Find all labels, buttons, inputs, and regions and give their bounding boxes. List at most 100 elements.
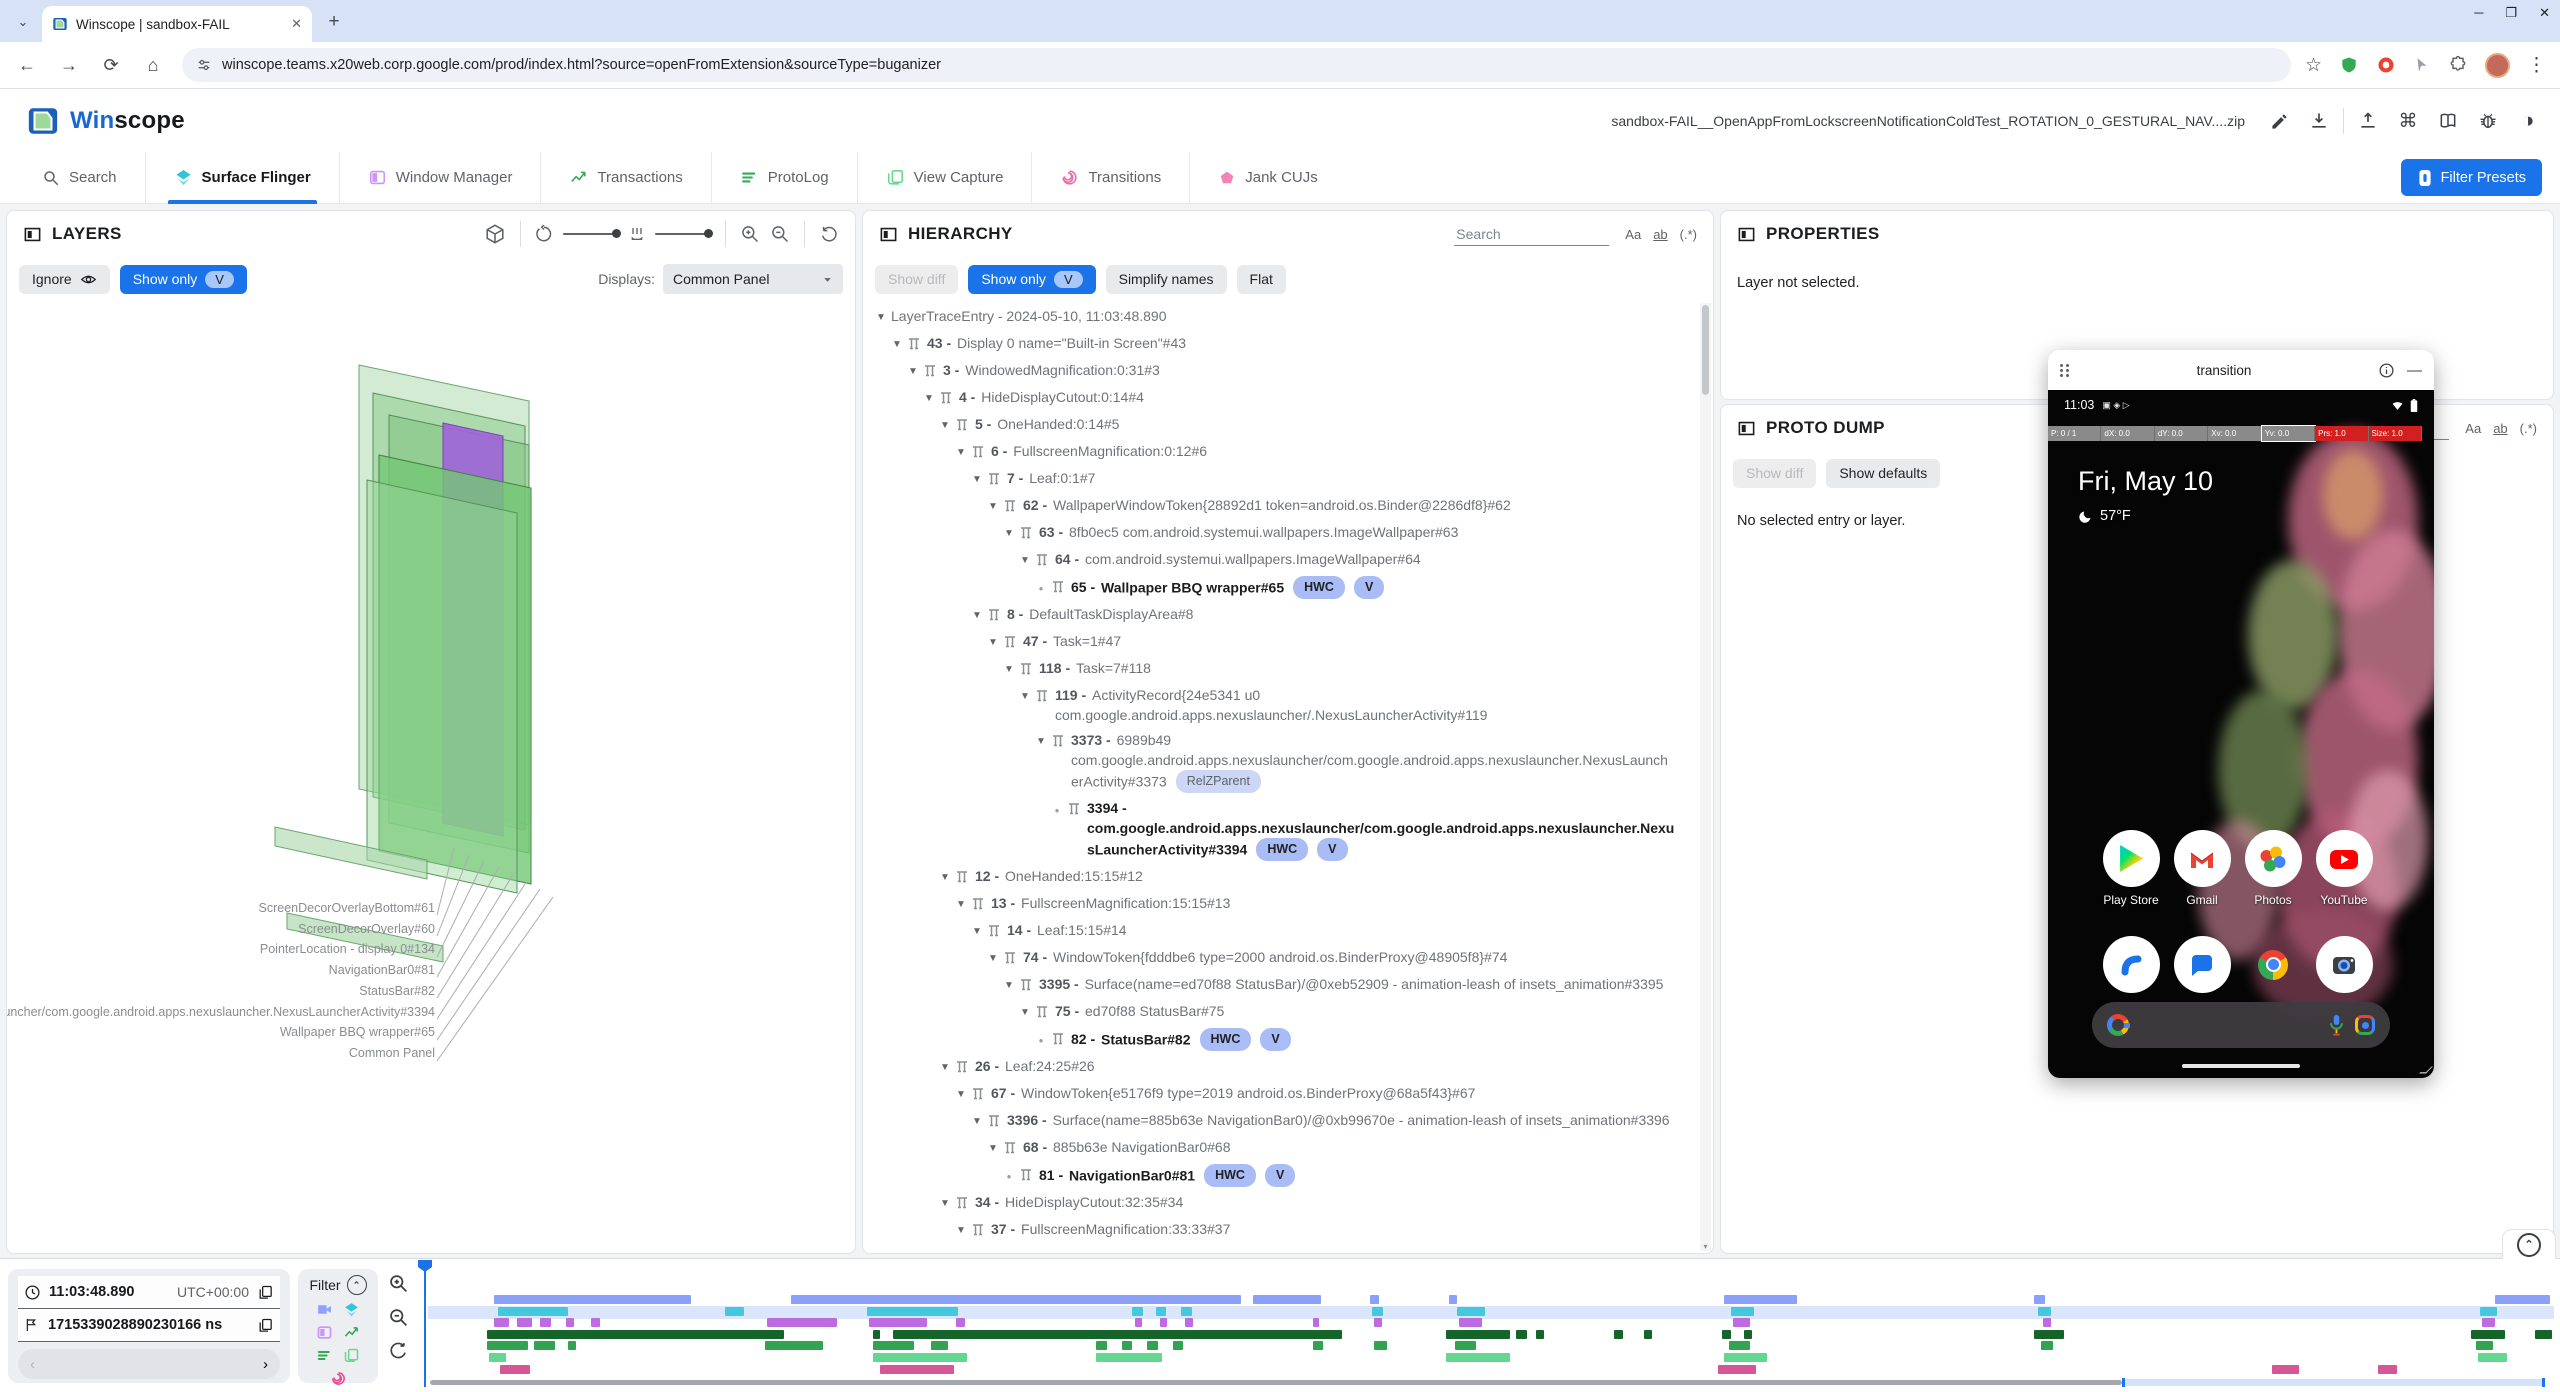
rotation-slider[interactable] xyxy=(563,233,619,235)
panel-split-icon[interactable] xyxy=(1737,419,1756,438)
spacing-icon[interactable] xyxy=(629,226,645,242)
home-button[interactable]: ⌂ xyxy=(138,50,168,80)
tree-expand-toggle[interactable]: ▼ xyxy=(937,1058,953,1078)
tree-expand-toggle[interactable]: ▼ xyxy=(953,443,969,463)
tree-row[interactable]: ▼ 8 - DefaultTaskDisplayArea#8 xyxy=(867,601,1697,628)
tree-row[interactable]: ● 65 - Wallpaper BBQ wrapper#65HWCV xyxy=(867,573,1697,601)
tree-expand-toggle[interactable]: ▼ xyxy=(969,470,985,490)
site-settings-icon[interactable] xyxy=(196,57,212,73)
tab-search[interactable]: Search xyxy=(14,152,145,203)
tree-row[interactable]: ▼ 3373 - 6989b49 com.google.android.apps… xyxy=(867,727,1697,795)
tree-expand-toggle[interactable]: ▼ xyxy=(937,1194,953,1214)
protolog-filter-icon[interactable] xyxy=(316,1347,333,1364)
displays-select[interactable]: Common Panel xyxy=(663,264,843,294)
tree-expand-toggle[interactable]: ▼ xyxy=(985,949,1001,969)
layer-label[interactable]: PointerLocation - display 0#134 xyxy=(260,942,435,956)
collapse-timeline-button[interactable]: ⌃ xyxy=(2502,1229,2556,1259)
match-word-toggle[interactable]: ab xyxy=(2493,421,2507,436)
app-photos[interactable]: Photos xyxy=(2238,830,2308,907)
app-gmail[interactable]: Gmail xyxy=(2167,830,2237,907)
window-maximize-button[interactable]: ❐ xyxy=(2505,5,2517,21)
timeline-timezone[interactable]: UTC+00:00 xyxy=(177,1284,249,1300)
dock-camera[interactable] xyxy=(2309,936,2379,993)
bookmark-star-icon[interactable]: ☆ xyxy=(2305,54,2322,77)
app-play-store[interactable]: Play Store xyxy=(2096,830,2166,907)
tree-expand-toggle[interactable]: ▼ xyxy=(953,1221,969,1241)
timeline-range-selector[interactable] xyxy=(430,1379,2552,1386)
tree-expand-toggle[interactable]: ▼ xyxy=(1017,551,1033,571)
tree-expand-toggle[interactable]: ▼ xyxy=(953,1085,969,1105)
tree-row[interactable]: ● 81 - NavigationBar0#81HWCV xyxy=(867,1161,1697,1189)
extensions-puzzle-icon[interactable] xyxy=(2448,55,2468,75)
tab-view-capture[interactable]: View Capture xyxy=(857,152,1032,203)
tree-expand-toggle[interactable]: ▼ xyxy=(1001,976,1017,996)
dock-chrome[interactable] xyxy=(2238,936,2308,993)
rotation-icon[interactable] xyxy=(535,225,553,243)
tab-jank-cujs[interactable]: Jank CUJs xyxy=(1189,152,1346,203)
tree-expand-toggle[interactable]: ▼ xyxy=(969,922,985,942)
voice-search-icon[interactable] xyxy=(2328,1014,2345,1036)
tree-row[interactable]: ▼ 12 - OneHanded:15:15#12 xyxy=(867,863,1697,890)
tree-expand-toggle[interactable]: ▼ xyxy=(937,416,953,436)
tree-expand-toggle[interactable]: ▼ xyxy=(969,1248,985,1252)
forward-button[interactable]: → xyxy=(54,50,84,80)
tree-expand-toggle[interactable]: ● xyxy=(1033,579,1049,599)
tree-expand-toggle[interactable]: ▼ xyxy=(969,606,985,626)
simplify-names-chip[interactable]: Simplify names xyxy=(1106,265,1227,294)
range-selection[interactable] xyxy=(2122,1379,2544,1386)
layer-label[interactable]: NavigationBar0#81 xyxy=(329,963,435,977)
tree-expand-toggle[interactable]: ● xyxy=(1049,801,1065,821)
tree-expand-toggle[interactable]: ▼ xyxy=(873,308,889,328)
regex-toggle[interactable]: (.*) xyxy=(2520,421,2537,436)
download-trace-button[interactable] xyxy=(2299,103,2339,139)
google-lens-icon[interactable] xyxy=(2355,1015,2375,1035)
show-only-visible-chip[interactable]: Show only V xyxy=(968,265,1095,294)
reset-view-icon[interactable] xyxy=(819,224,839,244)
extension-cursor-icon[interactable] xyxy=(2413,56,2431,74)
dock-phone[interactable] xyxy=(2096,936,2166,993)
minimize-window-icon[interactable]: — xyxy=(2407,362,2422,379)
dark-mode-toggle[interactable]: ◑ xyxy=(2508,103,2548,139)
tree-row[interactable]: ▼ LayerTraceEntry - 2024-05-10, 11:03:48… xyxy=(867,303,1697,330)
range-scrollbar[interactable] xyxy=(430,1380,2122,1385)
tree-row[interactable]: ▼ 4 - HideDisplayCutout:0:14#4 xyxy=(867,384,1697,411)
timeline-row-surface-flinger[interactable] xyxy=(430,1307,2552,1316)
tree-row[interactable]: ▼ 26 - Leaf:24:25#26 xyxy=(867,1053,1697,1080)
copy-icon[interactable] xyxy=(257,1284,274,1301)
show-only-visible-chip[interactable]: Show only V xyxy=(120,265,247,294)
filter-presets-button[interactable]: Filter Presets xyxy=(2401,159,2542,196)
window-manager-filter-icon[interactable] xyxy=(316,1324,333,1341)
zoom-in-icon[interactable] xyxy=(740,224,760,244)
hierarchy-scrollbar[interactable]: ▾ xyxy=(1700,303,1711,1251)
timeline-cursor-marker[interactable] xyxy=(417,1259,433,1273)
tree-row[interactable]: ▼ 38 - Leaf:33:33#38 xyxy=(867,1243,1697,1251)
tree-row[interactable]: ▼ 43 - Display 0 name="Built-in Screen"#… xyxy=(867,330,1697,357)
reload-button[interactable]: ⟳ xyxy=(96,50,126,80)
tree-expand-toggle[interactable]: ▼ xyxy=(1033,732,1049,752)
zoom-out-icon[interactable] xyxy=(770,224,790,244)
tab-search-button[interactable]: ⌄ xyxy=(8,7,38,37)
timeline-zoom-in-button[interactable] xyxy=(388,1273,409,1294)
match-word-toggle[interactable]: ab xyxy=(1653,227,1667,242)
transitions-filter-icon[interactable] xyxy=(330,1370,347,1387)
tree-expand-toggle[interactable]: ▼ xyxy=(985,633,1001,653)
prev-entry-button[interactable]: ‹ xyxy=(30,1356,35,1373)
app-youtube[interactable]: YouTube xyxy=(2309,830,2379,907)
tree-expand-toggle[interactable]: ▼ xyxy=(985,497,1001,517)
tree-row[interactable]: ▼ 75 - ed70f88 StatusBar#75 xyxy=(867,998,1697,1025)
new-tab-button[interactable]: + xyxy=(320,8,348,36)
timeline-zoom-reset-button[interactable] xyxy=(388,1341,408,1361)
tree-row[interactable]: ● 3394 - com.google.android.apps.nexusla… xyxy=(867,795,1697,863)
tree-expand-toggle[interactable]: ▼ xyxy=(889,335,905,355)
tree-row[interactable]: ▼ 34 - HideDisplayCutout:32:35#34 xyxy=(867,1189,1697,1216)
regex-toggle[interactable]: (.*) xyxy=(1680,227,1697,242)
tab-surface-flinger[interactable]: Surface Flinger xyxy=(145,152,339,203)
back-button[interactable]: ← xyxy=(12,50,42,80)
layer-label[interactable]: ScreenDecorOverlayBottom#61 xyxy=(259,901,435,915)
show-diff-chip[interactable]: Show diff xyxy=(1733,459,1816,488)
timeline-cursor[interactable] xyxy=(424,1265,426,1387)
ignore-filter-chip[interactable]: Ignore xyxy=(19,265,110,294)
tree-expand-toggle[interactable]: ● xyxy=(1001,1167,1017,1187)
tree-row[interactable]: ▼ 118 - Task=7#118 xyxy=(867,655,1697,682)
surface-flinger-filter-icon[interactable] xyxy=(343,1301,360,1318)
